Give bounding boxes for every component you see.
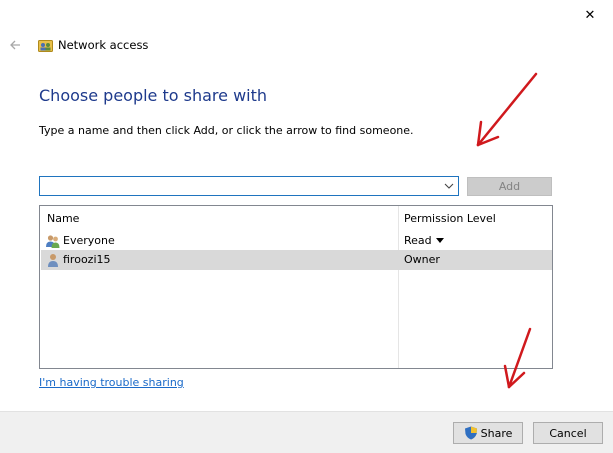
share-list: Name Permission Level Everyone Read firo… [39,205,553,369]
share-button[interactable]: Share [453,422,523,444]
group-icon [46,235,60,248]
permission-dropdown-icon[interactable] [436,238,444,243]
dialog-footer: Share Cancel [0,411,613,453]
list-row-firoozi15[interactable]: firoozi15 Owner [41,250,552,270]
page-heading: Choose people to share with [39,86,268,105]
uac-shield-icon [464,426,477,440]
column-header-permission[interactable]: Permission Level [404,212,496,225]
name-input[interactable] [43,179,442,195]
column-header-name[interactable]: Name [47,212,79,225]
add-button[interactable]: Add [467,177,552,196]
network-access-icon [38,38,53,53]
close-button[interactable]: ✕ [567,0,613,30]
share-label: Share [480,426,513,440]
row-permission[interactable]: Read [404,234,432,247]
row-name: Everyone [63,234,115,247]
name-combobox[interactable] [39,176,459,196]
user-icon [48,254,58,267]
annotation-arrow-add [476,72,538,147]
window-title: Network access [58,38,149,52]
cancel-button[interactable]: Cancel [533,422,603,444]
instruction-text: Type a name and then click Add, or click… [39,124,414,137]
close-icon: ✕ [584,7,596,23]
row-permission: Owner [404,253,440,266]
chevron-down-icon[interactable] [443,180,455,192]
back-button[interactable] [6,35,26,55]
back-arrow-icon [10,40,20,50]
list-row-everyone[interactable]: Everyone Read [41,231,552,251]
row-name: firoozi15 [63,253,111,266]
trouble-sharing-link[interactable]: I'm having trouble sharing [39,376,184,389]
